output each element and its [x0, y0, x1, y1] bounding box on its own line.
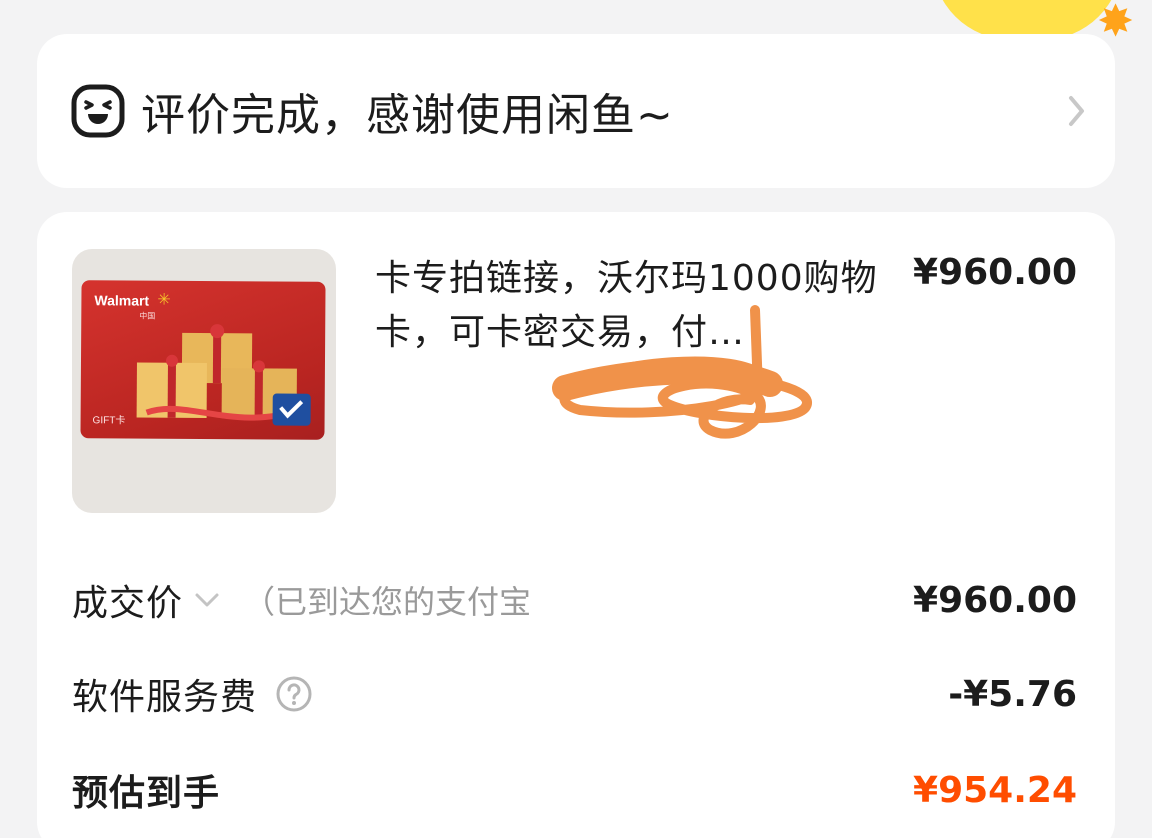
star-decoration-icon: ✸ [1097, 0, 1134, 47]
deal-price-value: ¥960.00 [913, 579, 1077, 621]
review-complete-banner[interactable]: 评价完成，感谢使用闲鱼~ [37, 34, 1115, 188]
card-badge-icon [272, 393, 311, 426]
product-title[interactable]: 卡专拍链接，沃尔玛1000购物卡，可卡密交易，付… [375, 252, 885, 360]
service-fee-row: 软件服务费 -¥5.76 [72, 668, 1077, 720]
deal-price-note: （已到达您的支付宝 [243, 583, 532, 621]
estimated-receipt-value: ¥954.24 [913, 769, 1077, 811]
order-detail-page: ✸ 评价完成，感谢使用闲鱼~ Walmart ✳ 中国 GIFT卡 卡专拍链接，… [0, 0, 1152, 838]
gift-card-label: GIFT卡 [92, 415, 126, 427]
deal-price-row: 成交价 （已到达您的支付宝 ¥960.00 [72, 574, 1077, 626]
estimated-receipt-row: 预估到手 ¥954.24 [72, 764, 1077, 816]
laughing-face-icon [71, 84, 125, 138]
question-circle-icon[interactable] [275, 675, 313, 713]
review-complete-text: 评价完成，感谢使用闲鱼~ [141, 90, 674, 141]
walmart-gift-card-image: Walmart ✳ 中国 GIFT卡 [80, 280, 326, 440]
product-thumbnail[interactable]: Walmart ✳ 中国 GIFT卡 [72, 249, 336, 513]
service-fee-label: 软件服务费 [72, 677, 258, 718]
walmart-spark-icon: ✳ [157, 289, 171, 309]
service-fee-value: -¥5.76 [948, 673, 1077, 715]
chevron-right-icon[interactable] [1067, 94, 1087, 128]
walmart-logo-text: Walmart [94, 292, 150, 309]
deal-price-label: 成交价 [72, 583, 184, 624]
order-detail-card: Walmart ✳ 中国 GIFT卡 卡专拍链接，沃尔玛1000购物卡，可卡密交… [37, 212, 1115, 838]
estimated-receipt-label: 预估到手 [72, 773, 221, 814]
product-price: ¥960.00 [913, 252, 1077, 293]
chevron-down-icon[interactable] [193, 590, 221, 610]
